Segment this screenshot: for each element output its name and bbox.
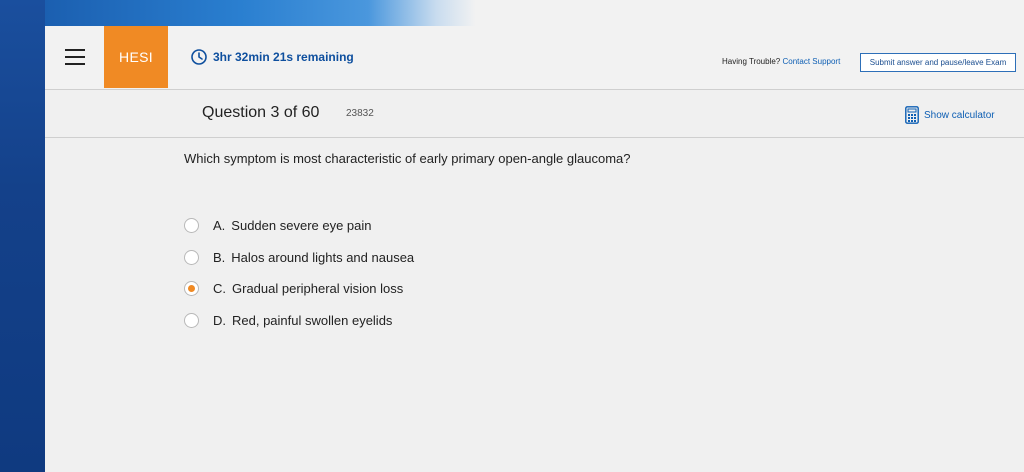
exam-header: HESI 3hr 32min 21s remaining Having Trou… (45, 26, 1024, 90)
option-text: Sudden severe eye pain (231, 218, 372, 234)
support-area: Having Trouble? Contact Support (722, 57, 840, 66)
question-counter: Question 3 of 60 (202, 104, 320, 121)
timer: 3hr 32min 21s remaining (191, 49, 354, 65)
calculator-icon (905, 106, 919, 124)
question-text: Which symptom is most characteristic of … (184, 151, 631, 166)
clock-icon (191, 49, 207, 65)
option-letter: A. (213, 218, 226, 234)
question-bar: Question 3 of 60 23832 Show calculator (45, 90, 1024, 138)
option-c[interactable]: C. Gradual peripheral vision loss (184, 273, 414, 305)
trouble-label: Having Trouble? (722, 57, 781, 66)
hamburger-menu-icon[interactable] (65, 49, 85, 65)
answer-options: A. Sudden severe eye pain B. Halos aroun… (184, 210, 414, 336)
option-text: Red, painful swollen eyelids (232, 312, 393, 328)
calculator-label: Show calculator (924, 109, 995, 121)
radio-button[interactable] (184, 249, 199, 265)
option-letter: C. (213, 281, 226, 297)
left-sidebar-strip (0, 0, 45, 472)
timer-text: 3hr 32min 21s remaining (213, 50, 354, 64)
option-letter: B. (213, 249, 226, 265)
option-a[interactable]: A. Sudden severe eye pain (184, 210, 414, 242)
option-b[interactable]: B. Halos around lights and nausea (184, 242, 414, 274)
option-text: Gradual peripheral vision loss (232, 281, 404, 297)
option-letter: D. (213, 312, 226, 328)
contact-support-link[interactable]: Contact Support (783, 57, 841, 66)
show-calculator-button[interactable]: Show calculator (905, 106, 995, 124)
radio-button[interactable] (184, 218, 199, 234)
hesi-logo-text: HESI (119, 49, 153, 65)
hesi-logo: HESI (104, 26, 168, 88)
option-d[interactable]: D. Red, painful swollen eyelids (184, 305, 414, 337)
radio-button-selected[interactable] (184, 281, 199, 297)
radio-button[interactable] (184, 312, 199, 328)
option-text: Halos around lights and nausea (231, 249, 415, 265)
submit-pause-leave-button[interactable]: Submit answer and pause/leave Exam (860, 53, 1016, 72)
question-id: 23832 (346, 108, 374, 119)
top-banner (45, 0, 1024, 26)
